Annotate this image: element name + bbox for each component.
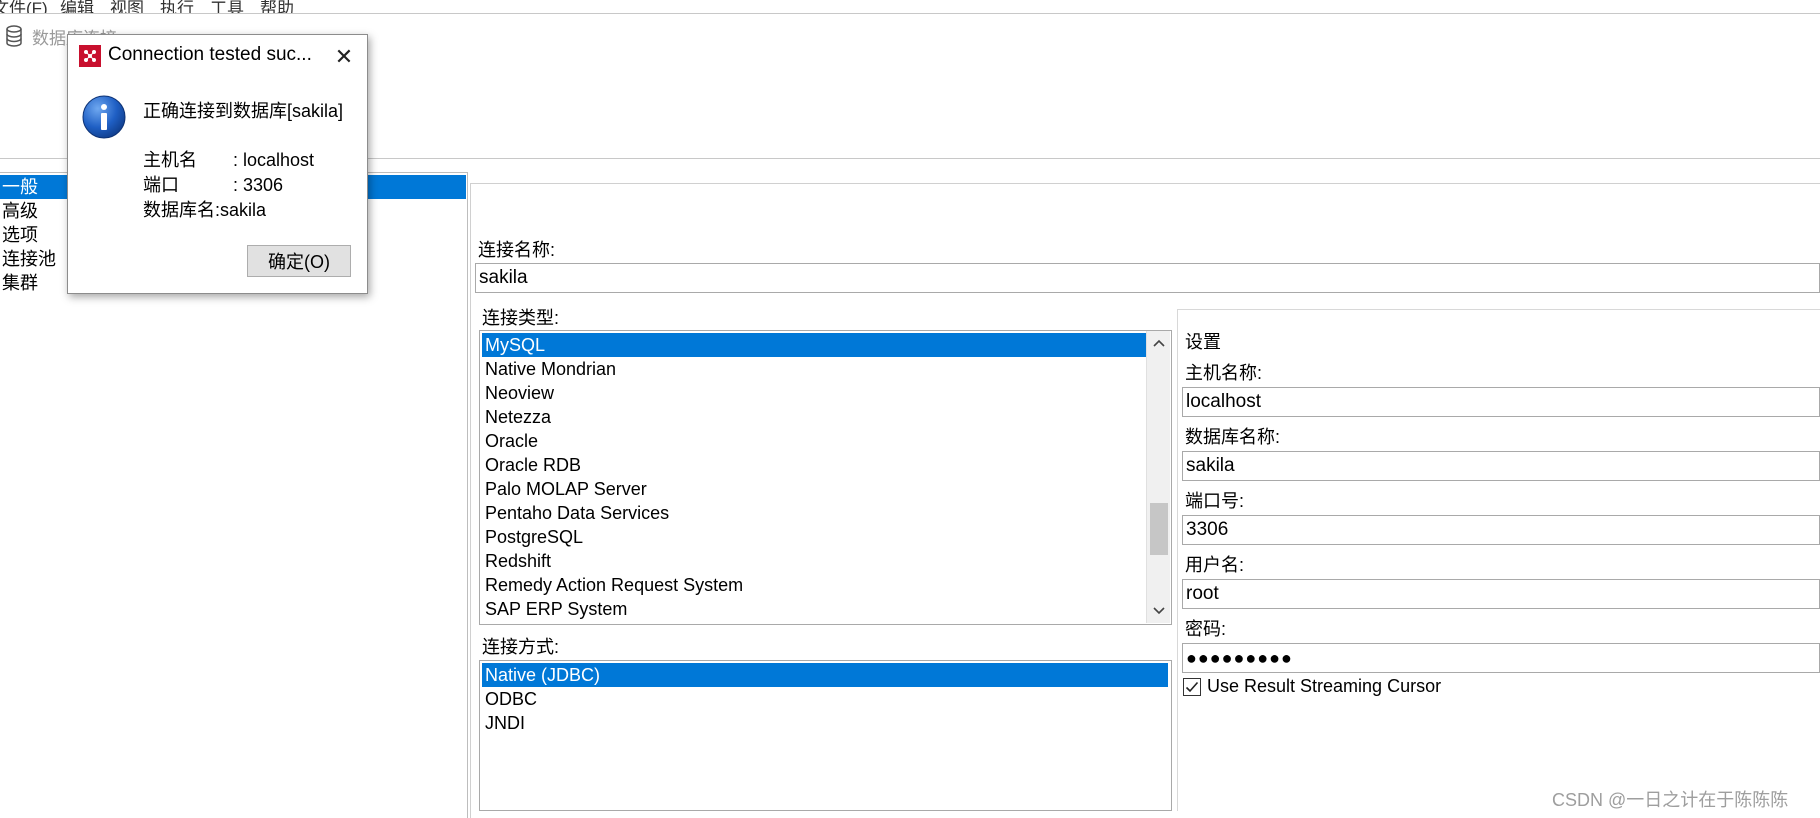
list-item[interactable]: Native Mondrian [482, 357, 616, 381]
menu-tools[interactable]: 工具 [210, 0, 244, 13]
connection-name-label: 连接名称: [478, 240, 556, 260]
connection-type-scrollbar[interactable] [1146, 331, 1170, 623]
content-left-divider [470, 183, 471, 818]
streaming-cursor-checkbox[interactable] [1183, 678, 1201, 696]
menu-bar: 文件(F) 编辑 视图 执行 工具 帮助 [0, 0, 1820, 14]
list-item[interactable]: JNDI [482, 711, 525, 735]
dialog-port-line: 端口 : 3306 [143, 175, 284, 195]
scrollbar-thumb[interactable] [1150, 503, 1168, 555]
list-item[interactable]: Oracle [482, 429, 538, 453]
menu-run[interactable]: 执行 [160, 0, 194, 13]
connection-type-list[interactable]: MySQL Native Mondrian Neoview Netezza Or… [479, 330, 1172, 625]
app-logo-icon [79, 45, 101, 67]
list-item[interactable]: MySQL [482, 333, 1146, 357]
settings-title: 设置 [1185, 332, 1221, 352]
settings-panel [1177, 309, 1820, 811]
password-label: 密码: [1185, 619, 1227, 639]
list-item[interactable]: Native (JDBC) [482, 663, 1168, 687]
info-icon [82, 95, 126, 139]
list-item[interactable]: Remedy Action Request System [482, 573, 743, 597]
password-input[interactable]: ●●●●●●●●● [1182, 643, 1820, 673]
user-input[interactable]: root [1182, 579, 1820, 609]
chevron-up-icon[interactable] [1147, 331, 1170, 355]
host-label: 主机名称: [1185, 363, 1263, 383]
list-item[interactable]: Neoview [482, 381, 554, 405]
watermark: CSDN @一日之计在于陈陈陈 [1552, 790, 1789, 810]
list-item[interactable]: Oracle RDB [482, 453, 581, 477]
list-item[interactable]: ODBC [482, 687, 537, 711]
content-top-divider [470, 183, 1820, 184]
list-item[interactable]: Palo MOLAP Server [482, 477, 647, 501]
list-item[interactable]: PostgreSQL [482, 525, 583, 549]
port-input[interactable]: 3306 [1182, 515, 1820, 545]
menu-edit[interactable]: 编辑 [60, 0, 94, 13]
connection-tested-dialog: Connection tested suc... ✕ 正确连接到数据库[saki… [67, 34, 368, 294]
dialog-db-line: 数据库名:sakila [143, 200, 267, 220]
database-icon [6, 25, 22, 47]
list-item[interactable]: Pentaho Data Services [482, 501, 669, 525]
port-label: 端口号: [1185, 491, 1245, 511]
list-item[interactable]: SAP ERP System [482, 597, 627, 621]
db-name-input[interactable]: sakila [1182, 451, 1820, 481]
streaming-cursor-label: Use Result Streaming Cursor [1207, 676, 1442, 696]
dialog-title: Connection tested suc... [108, 44, 312, 65]
menu-file[interactable]: 文件(F) [0, 0, 48, 13]
dialog-host-line: 主机名 : localhost [143, 150, 315, 170]
close-icon[interactable]: ✕ [330, 43, 358, 71]
access-method-label: 连接方式: [482, 637, 560, 657]
ok-button[interactable]: 确定(O) [247, 245, 351, 277]
chevron-down-icon[interactable] [1147, 599, 1170, 623]
list-item[interactable]: Netezza [482, 405, 551, 429]
db-name-label: 数据库名称: [1185, 427, 1281, 447]
access-method-list[interactable]: Native (JDBC) ODBC JNDI [479, 660, 1172, 811]
connection-name-input[interactable]: sakila [475, 263, 1820, 293]
connection-type-label: 连接类型: [482, 308, 560, 328]
menu-help[interactable]: 帮助 [260, 0, 294, 13]
user-label: 用户名: [1185, 555, 1245, 575]
menu-view[interactable]: 视图 [110, 0, 144, 13]
list-item[interactable]: Redshift [482, 549, 551, 573]
dialog-message: 正确连接到数据库[sakila] [143, 101, 344, 121]
host-input[interactable]: localhost [1182, 387, 1820, 417]
checkmark-icon [1185, 681, 1199, 693]
